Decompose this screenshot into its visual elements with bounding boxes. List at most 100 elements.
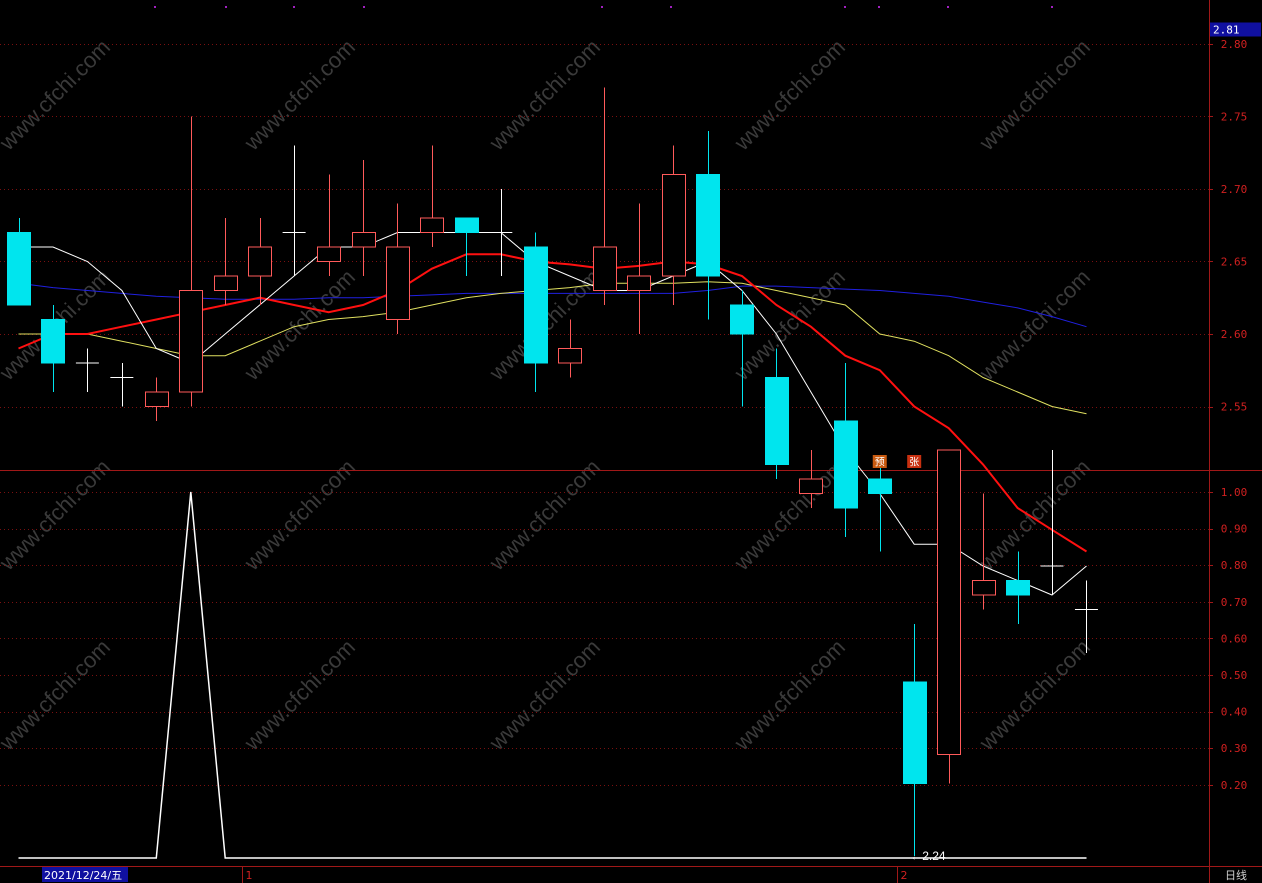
candle-body (868, 478, 892, 494)
watermark-text: www.cfchi.com (484, 34, 605, 155)
watermark-text: www.cfchi.com (974, 34, 1095, 155)
top-marker-dot (878, 6, 880, 8)
candle-body (179, 290, 203, 393)
top-marker-dot (670, 6, 672, 8)
candle-body (834, 420, 858, 509)
top-marker-dot (844, 6, 846, 8)
indicator-tick-label: 0.40 (1221, 706, 1248, 719)
watermark-text: www.cfchi.com (239, 264, 360, 385)
indicator-tick-label: 0.30 (1221, 742, 1248, 755)
candle-body (730, 304, 754, 335)
price-tick-label: 2.65 (1221, 256, 1248, 269)
candle (593, 87, 617, 305)
signal-badge-label: 预 (875, 457, 885, 469)
price-tick-label: 2.70 (1221, 183, 1248, 196)
candle (903, 624, 927, 856)
candle-body (696, 174, 720, 277)
top-marker-dot (293, 6, 295, 8)
watermark-text: www.cfchi.com (974, 454, 1095, 575)
candle-body (1006, 580, 1030, 596)
watermark-text: www.cfchi.com (729, 454, 850, 575)
candle (937, 449, 961, 784)
watermark-text: www.cfchi.com (484, 454, 605, 575)
top-marker-dot (225, 6, 227, 8)
watermark-text: www.cfchi.com (484, 634, 605, 755)
date-tag-label: 2021/12/24/五 (44, 869, 122, 882)
candle (765, 348, 789, 479)
watermark-text: www.cfchi.com (974, 634, 1095, 755)
candle (662, 145, 686, 305)
candle-body (558, 348, 582, 364)
watermark-text: www.cfchi.com (974, 264, 1095, 385)
signal-badge-label: 张 (909, 457, 919, 469)
watermark-text: www.cfchi.com (0, 634, 115, 755)
period-label: 日线 (1225, 868, 1247, 882)
candle (248, 218, 272, 305)
candle (489, 189, 513, 276)
moving-average-lines (18, 232, 1088, 596)
month-tick-label: 1 (246, 869, 253, 882)
price-tick-label: 2.80 (1221, 38, 1248, 51)
candle-body (799, 478, 823, 494)
top-marker-dot (363, 6, 365, 8)
indicator-tick-label: 0.70 (1221, 596, 1248, 609)
time-axis: 2021/12/24/五 1 2 日线 (42, 866, 1247, 883)
candle-body (593, 246, 617, 291)
month-tick-label: 2 (901, 869, 908, 882)
watermark-text: www.cfchi.com (239, 454, 360, 575)
indicator-tick-label: 0.50 (1221, 669, 1248, 682)
candle-body (937, 449, 961, 755)
candle-body (662, 174, 686, 277)
candle-body (214, 275, 238, 291)
candlesticks (7, 87, 1098, 856)
indicator-tick-label: 0.90 (1221, 523, 1248, 536)
candle (110, 363, 134, 407)
price-axis: 2.55 2.60 2.65 2.70 2.75 2.80 0.20 0.30 0.40 0.50… (1209, 22, 1261, 792)
watermark-text: www.cfchi.com (0, 34, 115, 155)
candle (524, 232, 548, 392)
indicator-tick-label: 0.20 (1221, 779, 1248, 792)
candle (627, 203, 651, 334)
watermark-text: www.cfchi.com (729, 634, 850, 755)
watermark-text: www.cfchi.com (0, 454, 115, 575)
top-marker-dot (154, 6, 156, 8)
top-marker-dot (1051, 6, 1053, 8)
candle (455, 217, 479, 276)
candle (214, 218, 238, 305)
candle (1006, 551, 1030, 624)
watermark-text: www.cfchi.com (239, 634, 360, 755)
indicator-tick-label: 1.00 (1221, 486, 1248, 499)
indicator-tick-label: 0.60 (1221, 632, 1248, 645)
chart-frame (0, 0, 1262, 883)
candle (145, 377, 169, 421)
candle-body (420, 217, 444, 233)
candle (558, 319, 582, 378)
candle (75, 348, 99, 392)
price-tick-label: 2.55 (1221, 401, 1248, 414)
candle-body (317, 246, 341, 262)
price-tick-label: 2.75 (1221, 111, 1248, 124)
candle-body (145, 391, 169, 407)
top-marker-dot (601, 6, 603, 8)
candle (386, 203, 410, 334)
candle-body (248, 246, 272, 277)
candle-body (352, 232, 376, 248)
candle (352, 160, 376, 276)
annotations: ←2.24 预 张 (872, 455, 946, 863)
candle (7, 218, 31, 306)
candle (868, 464, 892, 552)
candle-body (627, 275, 651, 291)
candle (834, 363, 858, 537)
watermark-text: www.cfchi.com (239, 34, 360, 155)
candle (179, 116, 203, 407)
candle-body (41, 319, 65, 364)
watermark-text: www.cfchi.com (729, 34, 850, 155)
current-price-label: 2.81 (1213, 24, 1240, 37)
candle-body (7, 232, 31, 306)
kline-chart: www.cfchi.com www.cfchi.com www.cfchi.com w… (0, 0, 1262, 883)
candle-body (524, 246, 548, 364)
candle (420, 145, 444, 247)
candle (282, 145, 306, 276)
candle-body (765, 377, 789, 465)
candle-body (455, 217, 479, 233)
